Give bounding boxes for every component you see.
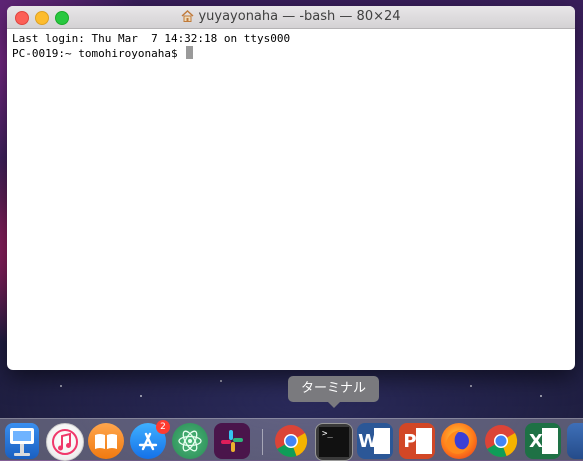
keynote-icon[interactable] [5,423,39,459]
slack-icon[interactable] [214,423,250,459]
word-icon[interactable]: W [357,423,393,459]
terminal-icon[interactable]: >_ [315,423,353,461]
window-title-container: yuyayonaha — -bash — 80×24 [7,9,575,26]
dock-separator [262,429,263,455]
title-bar[interactable]: yuyayonaha — -bash — 80×24 [7,6,575,29]
app-icon-partial[interactable] [567,423,583,459]
terminal-line: Last login: Thu Mar 7 14:32:18 on ttys00… [12,32,291,45]
word-letter: W [358,430,378,452]
terminal-screen: >_ [319,427,349,457]
star [540,395,542,397]
books-icon[interactable] [88,423,124,459]
prompt-line: PC-0019:~ tomohiroyonaha$ [12,46,570,61]
excel-letter: X [529,430,543,452]
terminal-output[interactable]: Last login: Thu Mar 7 14:32:18 on ttys00… [7,29,575,64]
tooltip-arrow [327,401,341,408]
powerpoint-letter: P [403,430,417,452]
atom-icon[interactable] [172,423,208,459]
home-icon [181,10,194,26]
terminal-window[interactable]: yuyayonaha — -bash — 80×24 Last login: T… [7,6,575,370]
terminal-prompt-glyph: >_ [322,429,333,439]
star [60,385,62,387]
itunes-icon[interactable] [46,423,84,461]
dock: 2 >_ W P X [0,418,583,461]
excel-icon[interactable]: X [525,423,561,459]
window-title: yuyayonaha — -bash — 80×24 [198,9,401,24]
star [470,385,472,387]
notification-badge: 2 [156,420,170,434]
firefox-icon[interactable] [441,423,477,459]
powerpoint-icon[interactable]: P [399,423,435,459]
chrome-icon[interactable] [273,423,309,459]
star [220,380,222,382]
chrome-icon[interactable] [483,423,519,459]
star [140,395,142,397]
app-store-icon[interactable]: 2 [130,420,170,459]
dock-tooltip: ターミナル [288,376,379,402]
prompt-text: PC-0019:~ tomohiroyonaha$ [12,47,185,60]
text-cursor [186,46,194,59]
